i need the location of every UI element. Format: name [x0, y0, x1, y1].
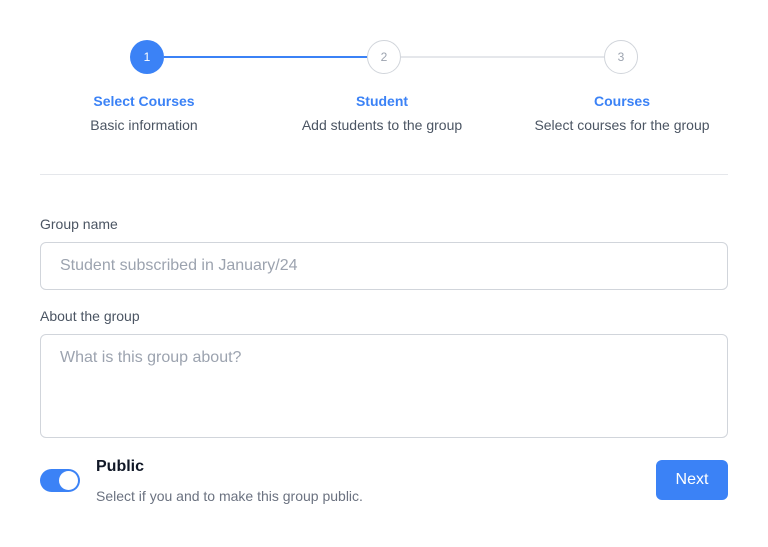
step-1-title: Select Courses: [93, 93, 195, 109]
group-name-input[interactable]: [40, 242, 728, 290]
step-3-title: Courses: [593, 93, 651, 109]
step-2-title: Student: [355, 93, 409, 109]
step-3-label: Courses Select courses for the group: [502, 92, 742, 134]
step-2-subtitle: Add students to the group: [301, 117, 463, 133]
step-2-indicator[interactable]: 2: [367, 40, 401, 74]
next-button[interactable]: Next: [656, 460, 728, 500]
public-title: Public: [96, 458, 145, 475]
step-1-label: Select Courses Basic information: [24, 92, 264, 134]
step-1-indicator[interactable]: 1: [130, 40, 164, 74]
about-group-label: About the group: [40, 308, 140, 324]
step-3-indicator[interactable]: 3: [604, 40, 638, 74]
step-1-subtitle: Basic information: [90, 117, 198, 133]
step-3-subtitle: Select courses for the group: [534, 117, 710, 133]
public-description: Select if you and to make this group pub…: [96, 488, 363, 504]
step-connector-pending: [401, 56, 604, 58]
step-2-label: Student Add students to the group: [262, 92, 502, 134]
group-name-label: Group name: [40, 216, 118, 232]
about-group-textarea[interactable]: [40, 334, 728, 438]
create-group-wizard: 1 2 3 Select Courses Basic information S…: [0, 0, 768, 547]
step-connector-completed: [164, 56, 367, 58]
toggle-knob: [59, 471, 78, 490]
section-divider: [40, 174, 728, 175]
public-toggle[interactable]: [40, 469, 80, 492]
